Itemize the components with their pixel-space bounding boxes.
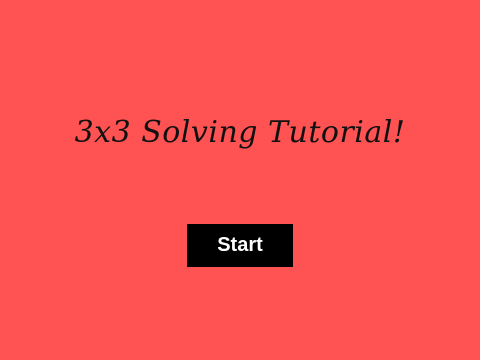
- start-button[interactable]: Start: [187, 224, 293, 267]
- tutorial-title: 3x3 Solving Tutorial!: [74, 115, 406, 150]
